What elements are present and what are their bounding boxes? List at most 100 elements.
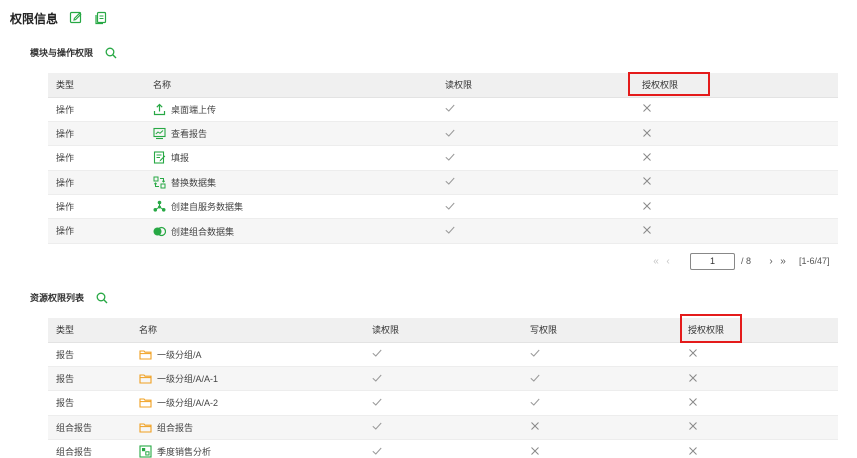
type-cell: 操作	[48, 145, 145, 171]
upload-icon	[153, 103, 166, 116]
check-icon	[372, 348, 382, 358]
table-row: 操作 创建组合数据集	[48, 218, 838, 244]
item-name: 一级分组/A	[157, 349, 202, 360]
check-icon	[530, 348, 540, 358]
resource-permissions-table: 类型 名称 读权限 写权限 授权权限 报告 一级分组/A 报告 一级分组/A/A…	[48, 318, 838, 458]
table-row: 操作 创建自服务数据集	[48, 194, 838, 220]
check-icon	[445, 201, 455, 211]
pagination: « ‹ / 8 › » [1-6/47]	[650, 252, 840, 270]
cross-icon	[642, 201, 652, 211]
item-name: 创建组合数据集	[171, 226, 235, 237]
check-icon	[445, 152, 455, 162]
table-row: 报告 一级分组/A/A-2	[48, 390, 838, 416]
type-cell: 报告	[48, 390, 131, 416]
record-range: [1-6/47]	[799, 256, 830, 266]
section-title-text: 模块与操作权限	[30, 48, 94, 58]
prev-page-icon[interactable]: ‹	[662, 256, 674, 267]
item-name: 填报	[171, 153, 190, 164]
item-name: 桌面端上传	[171, 104, 217, 115]
item-name: 创建自服务数据集	[171, 202, 244, 213]
type-cell: 报告	[48, 342, 131, 367]
table-row: 组合报告 季度销售分析	[48, 439, 838, 458]
type-cell: 操作	[48, 218, 145, 244]
item-name: 一级分组/A/A-1	[157, 374, 219, 385]
table-header-row: 类型 名称 读权限 写权限 授权权限	[48, 318, 838, 343]
check-icon	[372, 373, 382, 383]
check-icon	[530, 373, 540, 383]
item-name: 组合报告	[157, 422, 194, 433]
folder-icon	[139, 372, 152, 385]
check-icon	[445, 128, 455, 138]
cross-icon	[530, 421, 540, 431]
page-header: 权限信息	[10, 9, 108, 27]
column-header-grant: 授权权限	[634, 73, 838, 98]
total-pages: / 8	[741, 256, 752, 266]
column-header-read: 读权限	[437, 73, 634, 98]
edit-icon[interactable]	[69, 11, 83, 25]
check-icon	[445, 176, 455, 186]
section-title-text: 资源权限列表	[30, 293, 85, 303]
cross-icon	[688, 348, 698, 358]
cross-icon	[642, 152, 652, 162]
search-icon[interactable]	[96, 292, 108, 304]
folder-icon	[139, 348, 152, 361]
column-header-type: 类型	[48, 318, 131, 343]
self-service-dataset-icon	[153, 200, 166, 213]
check-icon	[445, 225, 455, 235]
section-module-permissions-title: 模块与操作权限	[30, 46, 117, 59]
column-header-name: 名称	[145, 73, 437, 98]
report-view-icon	[153, 127, 166, 140]
combined-dataset-icon	[153, 225, 167, 238]
table-row: 操作 查看报告	[48, 121, 838, 147]
cross-icon	[642, 225, 652, 235]
combined-report-icon	[139, 445, 152, 458]
type-cell: 组合报告	[48, 415, 131, 441]
module-permissions-table: 类型 名称 读权限 授权权限 操作 桌面端上传 操作 查看报告 操作 填报 操作…	[48, 73, 838, 244]
next-page-icon[interactable]: ›	[765, 256, 777, 267]
type-cell: 操作	[48, 121, 145, 147]
item-name: 替换数据集	[171, 177, 217, 188]
table-row: 报告 一级分组/A/A-1	[48, 366, 838, 392]
check-icon	[530, 397, 540, 407]
type-cell: 操作	[48, 170, 145, 196]
section-resource-permissions-title: 资源权限列表	[30, 291, 108, 304]
column-header-type: 类型	[48, 73, 145, 98]
check-icon	[372, 421, 382, 431]
table-row: 操作 替换数据集	[48, 170, 838, 196]
item-name: 季度销售分析	[157, 447, 212, 458]
check-icon	[372, 446, 382, 456]
page-number-input[interactable]	[690, 252, 735, 270]
cross-icon	[530, 446, 540, 456]
check-icon	[445, 103, 455, 113]
table-row: 操作 填报	[48, 145, 838, 171]
cross-icon	[688, 446, 698, 456]
folder-icon	[139, 396, 152, 409]
cross-icon	[688, 373, 698, 383]
type-cell: 组合报告	[48, 439, 131, 458]
item-name: 查看报告	[171, 129, 208, 140]
first-page-icon[interactable]: «	[650, 256, 662, 267]
check-icon	[372, 397, 382, 407]
table-row: 组合报告 组合报告	[48, 415, 838, 441]
item-name: 一级分组/A/A-2	[157, 398, 219, 409]
type-cell: 操作	[48, 97, 145, 122]
fill-form-icon	[153, 151, 166, 165]
cross-icon	[642, 103, 652, 113]
table-row: 操作 桌面端上传	[48, 97, 838, 122]
table-row: 报告 一级分组/A	[48, 342, 838, 367]
column-header-read: 读权限	[364, 318, 522, 343]
last-page-icon[interactable]: »	[777, 256, 789, 267]
column-header-write: 写权限	[522, 318, 680, 343]
copy-icon[interactable]	[94, 11, 108, 25]
table-header-row: 类型 名称 读权限 授权权限	[48, 73, 838, 98]
column-header-name: 名称	[131, 318, 364, 343]
type-cell: 报告	[48, 366, 131, 392]
cross-icon	[688, 397, 698, 407]
cross-icon	[642, 128, 652, 138]
replace-dataset-icon	[153, 176, 166, 189]
search-icon[interactable]	[105, 47, 117, 59]
folder-icon	[139, 421, 152, 434]
column-header-grant: 授权权限	[680, 318, 838, 343]
cross-icon	[642, 176, 652, 186]
cross-icon	[688, 421, 698, 431]
